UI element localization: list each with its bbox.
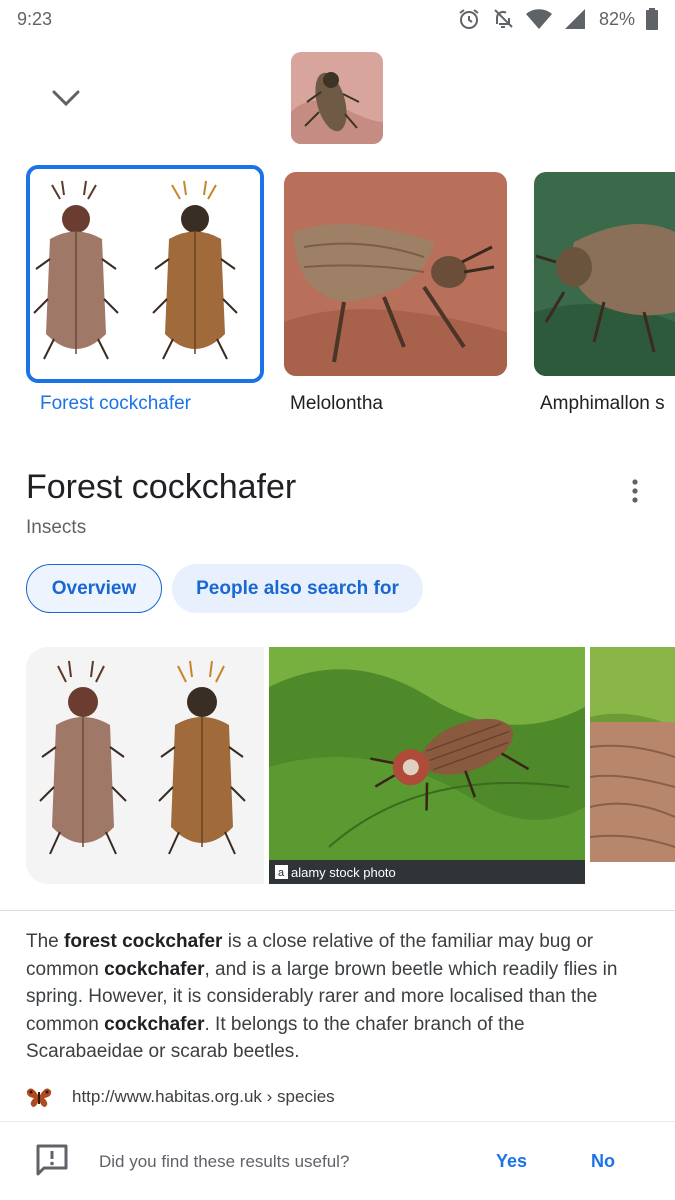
entity-label-melolontha: Melolontha (290, 393, 383, 414)
feedback-yes-button[interactable]: Yes (496, 1151, 527, 1172)
status-time: 9:23 (17, 9, 53, 29)
result-image-3[interactable] (590, 647, 675, 884)
source-url: http://www.habitas.org.uk › species (72, 1087, 335, 1106)
divider (0, 910, 675, 911)
desc-bold: forest cockchafer (64, 931, 223, 952)
query-image-thumbnail[interactable] (291, 52, 383, 144)
entity-card-amphimallon[interactable]: Amphimallon s (534, 165, 675, 425)
battery-percentage: 82% (598, 8, 635, 29)
desc-bold: cockchafer (104, 1013, 205, 1035)
forest-cockchafer-image (30, 169, 260, 379)
entity-label-forest-cockchafer: Forest cockchafer (40, 393, 191, 414)
wifi-icon (525, 9, 552, 29)
result-image-1[interactable] (26, 647, 264, 884)
status-icons: 82% (457, 7, 659, 31)
entity-description: The forest cockchafer is a close relativ… (26, 928, 646, 1066)
battery-icon (646, 8, 658, 30)
status-bar: 9:23 82% (0, 0, 675, 40)
feedback-bar: Did you find these results useful? Yes N… (0, 1122, 675, 1200)
knowledge-panel-title: Forest cockchafer (26, 468, 297, 506)
feedback-no-button[interactable]: No (591, 1151, 615, 1172)
entity-card-forest-cockchafer[interactable]: Forest cockchafer (26, 165, 264, 425)
more-vert-icon[interactable] (620, 476, 650, 506)
chevron-down-icon[interactable] (48, 82, 84, 112)
melolontha-image (284, 172, 507, 376)
amphimallon-image (534, 172, 675, 376)
entity-label-amphimallon: Amphimallon s (540, 393, 665, 414)
entity-card-melolontha[interactable]: Melolontha (284, 165, 508, 425)
signal-icon (564, 9, 585, 29)
knowledge-panel-subtitle: Insects (26, 517, 87, 538)
feedback-icon (36, 1144, 68, 1176)
feedback-question: Did you find these results useful? (99, 1152, 350, 1171)
butterfly-icon (26, 1088, 52, 1107)
stock-photo-caption: alamy stock photo (291, 865, 396, 880)
source-link[interactable]: http://www.habitas.org.uk › species (26, 1084, 335, 1110)
alarm-icon (459, 9, 479, 29)
bell-off-icon (494, 9, 513, 28)
tab-overview[interactable]: Overview (26, 564, 162, 613)
desc-text: The (26, 931, 65, 952)
result-image-2[interactable]: a alamy stock photo (269, 647, 585, 884)
svg-text:a: a (278, 867, 285, 879)
tab-people-also-search-for[interactable]: People also search for (172, 564, 423, 613)
desc-bold: cockchafer (104, 958, 205, 980)
